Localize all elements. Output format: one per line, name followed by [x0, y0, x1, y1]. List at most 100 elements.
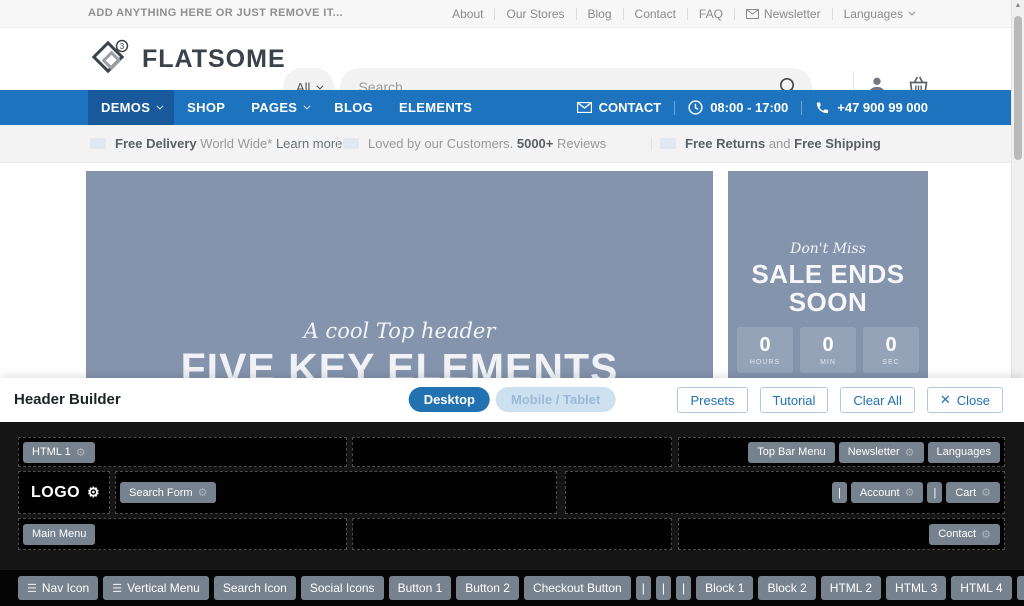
- button-label: Tutorial: [773, 393, 816, 408]
- clear-all-button[interactable]: Clear All: [840, 387, 914, 413]
- tutorial-button[interactable]: Tutorial: [760, 387, 829, 413]
- builder-row3-cell-center[interactable]: [352, 518, 672, 550]
- opening-hours: 08:00 - 17:00: [688, 100, 788, 115]
- tray-item-button-1[interactable]: Button 1: [389, 576, 452, 600]
- nav-item-blog[interactable]: BLOG: [321, 90, 386, 125]
- feature-text: Free Shipping: [794, 136, 881, 151]
- builder-chip-divider[interactable]: |: [927, 482, 942, 503]
- chip-label: Main Menu: [32, 528, 86, 540]
- builder-row2-cell-right[interactable]: | Account⚙︎ | Cart ⚙︎: [565, 471, 1005, 514]
- gear-icon[interactable]: ⚙︎: [905, 446, 915, 459]
- topbar-link-label: Contact: [635, 7, 676, 21]
- tray-item-html-2[interactable]: HTML 2: [821, 576, 881, 600]
- tray-item-block-2[interactable]: Block 2: [758, 576, 815, 600]
- topbar-link-newsletter[interactable]: Newsletter: [735, 7, 832, 21]
- builder-chip-newsletter[interactable]: Newsletter⚙︎: [839, 442, 924, 463]
- countdown-minutes: 0 MIN: [800, 327, 856, 373]
- scrollbar-up-arrow[interactable]: ▲: [1012, 2, 1024, 9]
- gear-icon[interactable]: ⚙: [87, 484, 100, 501]
- tray-item-button-2[interactable]: Button 2: [456, 576, 519, 600]
- tab-desktop[interactable]: Desktop: [409, 387, 490, 412]
- builder-chip-top-bar-menu[interactable]: Top Bar Menu: [748, 442, 834, 463]
- tray-item-vertical-menu[interactable]: ☰Vertical Menu: [103, 576, 209, 600]
- feature-returns: Free Returns and Free Shipping: [660, 125, 881, 162]
- topbar-link-about[interactable]: About: [441, 7, 494, 21]
- divider: [651, 137, 652, 151]
- divider: [674, 101, 675, 115]
- tray-item-divider[interactable]: |: [676, 576, 691, 600]
- tray-item-search-icon[interactable]: Search Icon: [214, 576, 296, 600]
- hero-banner[interactable]: A cool Top header FIVE KEY ELEMENTS: [86, 171, 713, 378]
- nav-contact-label: CONTACT: [599, 100, 662, 115]
- svg-text:3: 3: [120, 42, 125, 51]
- nav-contact-link[interactable]: CONTACT: [577, 100, 662, 115]
- tray-item-label: Vertical Menu: [127, 581, 200, 595]
- topbar-menu: About Our Stores Blog Contact FAQ Newsle…: [441, 0, 924, 27]
- topbar-link-label: Newsletter: [764, 7, 821, 21]
- builder-row3-cell-left[interactable]: Main Menu: [18, 518, 347, 550]
- presets-button[interactable]: Presets: [677, 387, 747, 413]
- nav-item-elements[interactable]: ELEMENTS: [386, 90, 485, 125]
- topbar-link-languages[interactable]: Languages: [833, 7, 924, 21]
- tray-item-nav-icon[interactable]: ☰Nav Icon: [18, 576, 98, 600]
- chevron-down-icon: [304, 103, 311, 110]
- site-logo[interactable]: 3 FLATSOME: [88, 39, 286, 79]
- countdown-value: 0: [885, 335, 896, 355]
- builder-chip-search-form[interactable]: Search Form⚙︎: [120, 482, 216, 503]
- chip-label: HTML 1: [32, 446, 71, 458]
- feature-text: and: [769, 136, 791, 151]
- builder-logo-element[interactable]: LOGO⚙: [31, 484, 100, 502]
- tray-item-html-5[interactable]: HTML 5: [1017, 576, 1024, 600]
- button-label: Presets: [690, 393, 734, 408]
- tray-item-block-1[interactable]: Block 1: [696, 576, 753, 600]
- tray-item-html-4[interactable]: HTML 4: [951, 576, 1011, 600]
- topbar-link-our-stores[interactable]: Our Stores: [495, 7, 575, 21]
- builder-chip-main-menu[interactable]: Main Menu: [23, 524, 95, 545]
- builder-chip-divider[interactable]: |: [832, 482, 847, 503]
- feature-link[interactable]: Learn more: [276, 136, 342, 151]
- close-button[interactable]: ✕Close: [927, 387, 1003, 413]
- tray-item-checkout-button[interactable]: Checkout Button: [524, 576, 631, 600]
- gear-icon[interactable]: ⚙︎: [981, 486, 991, 499]
- clock-icon: [688, 100, 703, 115]
- builder-row1-cell-center[interactable]: [352, 437, 672, 467]
- topbar-link-faq[interactable]: FAQ: [688, 7, 734, 21]
- builder-chip-html1[interactable]: HTML 1 ⚙︎: [23, 442, 95, 463]
- tab-mobile-tablet[interactable]: Mobile / Tablet: [496, 387, 615, 412]
- builder-row1-cell-right[interactable]: Top Bar Menu Newsletter⚙︎ Languages: [678, 437, 1005, 467]
- nav-item-pages[interactable]: PAGES: [238, 90, 321, 125]
- sale-banner[interactable]: Don't Miss SALE ENDS SOON 0 HOURS 0 MIN …: [728, 171, 928, 378]
- builder-row2-cell-center[interactable]: Search Form⚙︎: [115, 471, 557, 514]
- topbar-link-blog[interactable]: Blog: [577, 7, 623, 21]
- chip-label: |: [933, 487, 936, 499]
- scrollbar-thumb[interactable]: [1014, 16, 1022, 160]
- main-header: 3 FLATSOME All: [0, 28, 1024, 90]
- tray-item-divider[interactable]: |: [656, 576, 671, 600]
- topbar-link-contact[interactable]: Contact: [624, 7, 687, 21]
- gear-icon[interactable]: ⚙︎: [198, 486, 208, 499]
- feature-text: Reviews: [557, 136, 606, 151]
- builder-chip-account[interactable]: Account⚙︎: [851, 482, 924, 503]
- gear-icon[interactable]: ⚙︎: [981, 528, 991, 541]
- tray-item-label: HTML 4: [960, 581, 1002, 595]
- countdown-unit: HOURS: [750, 359, 780, 366]
- builder-logo-cell[interactable]: LOGO⚙: [18, 471, 110, 514]
- builder-chip-languages[interactable]: Languages: [928, 442, 1000, 463]
- builder-row1-cell-left[interactable]: HTML 1 ⚙︎: [18, 437, 347, 467]
- nav-item-demos[interactable]: DEMOS: [88, 90, 174, 125]
- builder-chip-cart[interactable]: Cart ⚙︎: [946, 482, 1000, 503]
- nav-item-shop[interactable]: SHOP: [174, 90, 238, 125]
- chip-label: |: [838, 487, 841, 499]
- builder-row3-cell-right[interactable]: Contact⚙︎: [678, 518, 1005, 550]
- tray-item-divider[interactable]: |: [636, 576, 651, 600]
- tray-item-html-3[interactable]: HTML 3: [886, 576, 946, 600]
- chip-label: Cart: [955, 487, 976, 499]
- builder-chip-contact[interactable]: Contact⚙︎: [929, 524, 1000, 545]
- phone-number[interactable]: +47 900 99 000: [815, 100, 928, 115]
- scrollbar-track[interactable]: ▲: [1011, 0, 1024, 378]
- topbar-link-label: Blog: [588, 7, 612, 21]
- opening-hours-text: 08:00 - 17:00: [710, 100, 788, 115]
- gear-icon[interactable]: ⚙︎: [905, 486, 915, 499]
- gear-icon[interactable]: ⚙︎: [76, 446, 86, 459]
- tray-item-social-icons[interactable]: Social Icons: [301, 576, 384, 600]
